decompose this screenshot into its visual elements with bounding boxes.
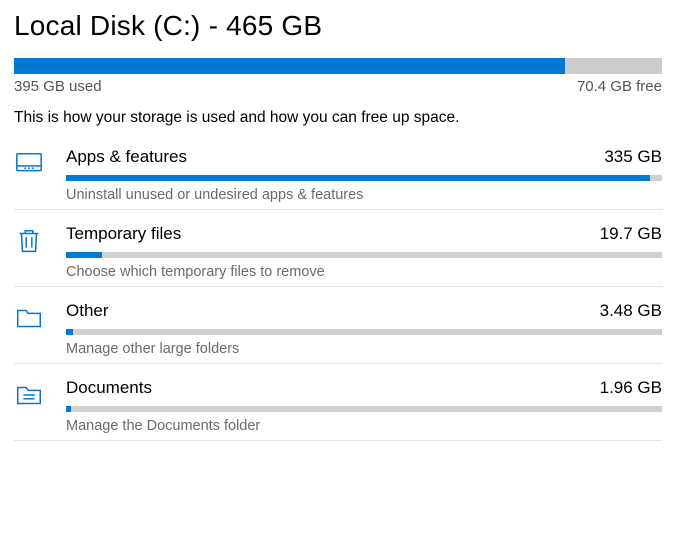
category-list: Apps & features 335 GB Uninstall unused … <box>14 141 662 441</box>
category-size: 19.7 GB <box>600 224 662 244</box>
category-item-temporary[interactable]: Temporary files 19.7 GB Choose which tem… <box>14 210 662 287</box>
category-desc: Uninstall unused or undesired apps & fea… <box>66 187 662 203</box>
disk-usage-bar-fill <box>14 58 565 74</box>
category-bar <box>66 175 662 181</box>
disk-usage-bar-wrap: 395 GB used 70.4 GB free <box>14 58 662 95</box>
page-title: Local Disk (C:) - 465 GB <box>14 10 662 42</box>
category-bar <box>66 329 662 335</box>
category-name: Temporary files <box>66 224 181 244</box>
storage-description: This is how your storage is used and how… <box>14 109 662 127</box>
category-name: Documents <box>66 378 152 398</box>
disk-used-label: 395 GB used <box>14 78 102 95</box>
category-item-other[interactable]: Other 3.48 GB Manage other large folders <box>14 287 662 364</box>
category-bar-fill <box>66 329 73 335</box>
category-desc: Choose which temporary files to remove <box>66 264 662 280</box>
category-size: 335 GB <box>604 147 662 167</box>
category-bar-fill <box>66 406 71 412</box>
folder-icon <box>14 301 44 333</box>
disk-free-label: 70.4 GB free <box>577 78 662 95</box>
category-bar-fill <box>66 175 650 181</box>
category-desc: Manage the Documents folder <box>66 418 662 434</box>
category-name: Apps & features <box>66 147 187 167</box>
disk-usage-bar <box>14 58 662 74</box>
trash-icon <box>14 224 44 256</box>
category-item-documents[interactable]: Documents 1.96 GB Manage the Documents f… <box>14 364 662 441</box>
category-size: 1.96 GB <box>600 378 662 398</box>
category-bar <box>66 252 662 258</box>
category-desc: Manage other large folders <box>66 341 662 357</box>
category-bar-fill <box>66 252 102 258</box>
category-size: 3.48 GB <box>600 301 662 321</box>
category-name: Other <box>66 301 109 321</box>
documents-icon <box>14 378 44 410</box>
category-bar <box>66 406 662 412</box>
apps-icon <box>14 147 44 179</box>
category-item-apps[interactable]: Apps & features 335 GB Uninstall unused … <box>14 141 662 210</box>
